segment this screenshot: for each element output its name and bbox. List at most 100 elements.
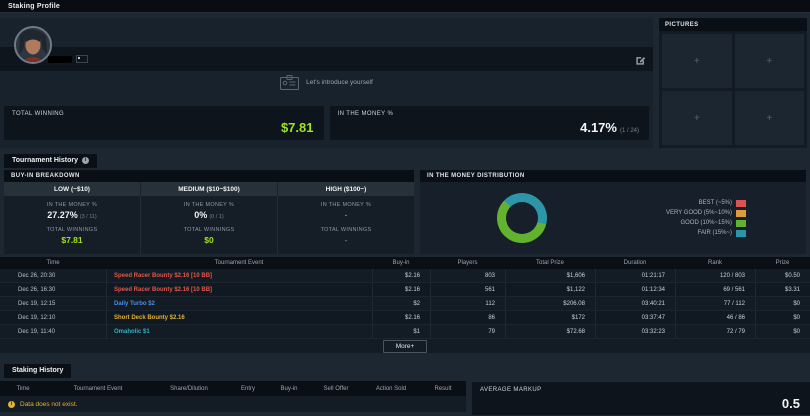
cell-duration: 03:37:47 [595,311,675,324]
cell-time: Dec 26, 20:30 [18,272,56,279]
column-header: Prize [775,260,790,266]
tier-medium-winnings: $0 [204,235,214,245]
cell-event[interactable]: Speed Racer Bounty $2.16 [10 BB] [106,283,372,296]
itm-distribution-body: BEST (~5%) VERY GOOD (5%~10%) GOOD (10%~15… [420,182,806,254]
staking-column-header: Action Sold [375,385,407,392]
staking-column-header: Entry [240,385,255,392]
cell-total-prize: $172 [505,311,595,324]
total-winning-card: TOTAL WINNING $7.81 [4,106,324,140]
in-the-money-label: IN THE MONEY % [337,111,394,117]
avatar[interactable] [14,26,52,64]
column-header: Duration [623,260,647,266]
staking-column-header: Buy-in [280,385,298,392]
itm-distribution-panel: IN THE MONEY DISTRIBUTION BEST (~5%) VERY… [420,170,806,254]
tournament-row[interactable]: Dec 26, 20:30 Speed Racer Bounty $2.16 [1… [0,269,810,283]
cell-buyin: $2.16 [372,269,430,282]
staking-history-title: Staking History [12,367,64,374]
cell-duration: 03:32:23 [595,325,675,338]
tournament-history-chip: Tournament History i [4,154,97,168]
pictures-header: PICTURES [659,18,807,31]
in-the-money-card: IN THE MONEY % 4.17% (1 / 24) [329,106,649,140]
cell-players: 86 [430,311,505,324]
tier-itm-label: IN THE MONEY % [320,202,372,208]
legend-swatch [736,229,746,237]
staking-column-header: Tournament Event [73,385,123,392]
staking-empty-row: i Data does not exist. [0,396,466,412]
intro-prompt[interactable]: Let's introduce yourself [0,75,653,90]
picture-upload-slot[interactable]: + [662,91,732,145]
tournament-row[interactable]: Dec 19, 12:15 Daily Turbo $2 $2 112 $206.08 0… [0,297,810,311]
cell-event[interactable]: Speed Racer Bounty $2.16 [10 BB] [106,269,372,282]
tier-winnings-label: TOTAL WINNINGS [46,227,98,233]
plus-icon: + [693,55,700,67]
column-header: Tournament Event [214,260,264,266]
cell-total-prize: $1,122 [505,283,595,296]
cell-players: 803 [430,269,505,282]
tier-bodies: IN THE MONEY % 27.27% (3 / 11) TOTAL WINN… [4,196,414,254]
legend-item: GOOD (10%~15%) [666,219,746,227]
legend-swatch [736,209,746,217]
itm-distribution-header: IN THE MONEY DISTRIBUTION [420,170,806,182]
cell-duration: 03:40:21 [595,297,675,310]
tier-low-winnings: $7.81 [61,235,83,245]
more-button[interactable]: More+ [382,339,428,353]
itm-donut-chart [497,193,547,243]
cell-total-prize: $206.08 [505,297,595,310]
total-winning-value: $7.81 [280,120,314,135]
column-header: Players [457,260,478,266]
cell-rank: 69 / 561 [675,283,755,296]
cell-players: 561 [430,283,505,296]
staking-column-header: Sell Offer [323,385,349,392]
tournament-row[interactable]: Dec 19, 12:10 Short Deck Bounty $2.16 $2.1… [0,311,810,325]
cell-rank: 120 / 803 [675,269,755,282]
tier-low-itm: 27.27% (3 / 11) [47,210,97,220]
cell-event[interactable]: Short Deck Bounty $2.16 [106,311,372,324]
average-markup-label: AVERAGE MARKUP [480,387,542,393]
pictures-title: PICTURES [665,21,699,28]
buyin-breakdown-panel: BUY-IN BREAKDOWN LOW (~$10) MEDIUM ($10~… [4,170,414,254]
tier-high: IN THE MONEY % - TOTAL WINNINGS - [278,196,414,254]
staking-column-header: Result [434,385,452,392]
picture-upload-slot[interactable]: + [734,34,804,88]
legend-item: FAIR (15%~) [666,229,746,237]
cell-rank: 46 / 86 [675,311,755,324]
tournament-table: Time Tournament Event Buy-in Players Total P… [0,257,810,353]
tier-medium: IN THE MONEY % 0% (0 / 1) TOTAL WINNINGS … [141,196,278,254]
id-card-icon [280,75,300,90]
page-title: Staking Profile [8,2,61,10]
tier-headers: LOW (~$10) MEDIUM ($10~$100) HIGH ($100~… [4,182,414,196]
cell-event[interactable]: Daily Turbo $2 [106,297,372,310]
cell-rank: 72 / 79 [675,325,755,338]
tier-itm-label: IN THE MONEY % [183,202,235,208]
column-header: Total Prize [535,260,564,266]
cell-prize: $0 [755,325,810,338]
cell-event[interactable]: Omaholic $1 [106,325,372,338]
tournament-row[interactable]: Dec 26, 16:30 Speed Racer Bounty $2.16 [1… [0,283,810,297]
legend-label: VERY GOOD (5%~10%) [666,210,732,216]
tier-itm-label: IN THE MONEY % [46,202,98,208]
buyin-breakdown-title: BUY-IN BREAKDOWN [11,173,80,179]
staking-table: Time Tournament Event Share/Dilution Entry B… [0,381,466,415]
name-bar [0,47,653,71]
cell-time: Dec 19, 12:10 [18,314,56,321]
staking-table-header: Time Tournament Event Share/Dilution Entry B… [0,381,466,396]
tournament-table-body: Dec 26, 20:30 Speed Racer Bounty $2.16 [1… [0,269,810,339]
picture-upload-slot[interactable]: + [662,34,732,88]
staking-profile-page: Staking Profile Let's introduce yourself… [0,0,810,416]
cell-buyin: $2.16 [372,283,430,296]
intro-prompt-label: Let's introduce yourself [306,79,373,86]
tournament-row[interactable]: Dec 19, 11:40 Omaholic $1 $1 79 $72.68 03:32:… [0,325,810,339]
cell-duration: 01:12:34 [595,283,675,296]
picture-upload-slot[interactable]: + [734,91,804,145]
info-icon[interactable]: i [82,157,89,164]
edit-profile-icon[interactable] [635,53,646,65]
cell-buyin: $2.16 [372,311,430,324]
avatar-image [16,28,50,62]
cell-prize: $0.50 [755,269,810,282]
legend-item: BEST (~5%) [666,199,746,207]
cell-duration: 01:21:17 [595,269,675,282]
tier-medium-name: MEDIUM ($10~$100) [141,182,278,196]
tier-high-itm: - [344,210,348,220]
more-row: More+ [0,339,810,353]
empty-message: Data does not exist. [20,400,78,408]
